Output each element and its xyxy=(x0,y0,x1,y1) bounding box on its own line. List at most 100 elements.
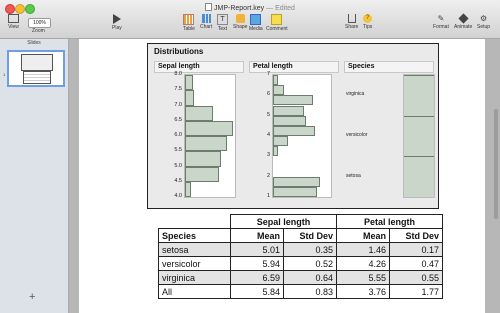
species-cell: setosa xyxy=(158,242,231,257)
species-column-header: Species xyxy=(158,228,231,243)
species-mosaic-segment xyxy=(404,156,434,197)
petal-mean-column-header: Mean xyxy=(336,228,390,243)
species-cell: virginica xyxy=(158,270,231,285)
sepal-stddev-cell: 0.83 xyxy=(283,284,337,299)
table-column-header-row: Species Mean Std Dev Mean Std Dev xyxy=(158,228,443,243)
axis-tick-label: 5.0 xyxy=(174,162,182,169)
slide-navigator: Slides 1 + xyxy=(0,39,69,313)
comment-button[interactable]: Comment xyxy=(266,14,288,32)
format-button[interactable]: ✎ Format xyxy=(433,14,449,30)
axis-tick-label: 7 xyxy=(266,71,270,77)
histogram-bar xyxy=(185,90,195,106)
axis-tick-label: 6.0 xyxy=(174,132,182,138)
thumbnail-table xyxy=(23,71,51,84)
axis-tick-label: 6.5 xyxy=(174,116,182,123)
species-mosaic xyxy=(403,74,435,198)
axis-tick-label: 7.5 xyxy=(174,86,182,93)
petal-length-histogram xyxy=(272,74,332,198)
axis-tick-label: 8.0 xyxy=(174,71,182,77)
sepal-mean-cell: 5.01 xyxy=(230,242,284,257)
slide-number: 1 xyxy=(3,72,6,77)
petal-stddev-cell: 0.55 xyxy=(389,270,443,285)
species-mosaic-segment xyxy=(404,75,434,116)
title-bar: JMP-Report.key — Edited View 100% Zoom P… xyxy=(0,0,500,39)
animate-label: Animate xyxy=(454,24,473,30)
text-button[interactable]: T Text xyxy=(217,14,228,32)
setup-button[interactable]: ⚙ Setup xyxy=(477,14,490,30)
species-label: setosa xyxy=(346,172,361,179)
table-row: versicolor 5.94 0.52 4.26 0.47 xyxy=(158,256,443,271)
text-label: Text xyxy=(217,26,228,32)
sepal-mean-cell: 6.59 xyxy=(230,270,284,285)
play-icon xyxy=(112,14,121,24)
axis-tick-label: 5 xyxy=(266,111,270,118)
animate-button[interactable]: Animate xyxy=(454,13,473,30)
media-button[interactable]: Media xyxy=(249,14,263,32)
text-icon: T xyxy=(217,14,228,25)
summary-statistics-table[interactable]: Sepal length Petal length Species Mean S… xyxy=(158,214,443,299)
slide[interactable]: Distributions Sepal length Petal length … xyxy=(79,39,485,313)
zoom-select[interactable]: 100% xyxy=(28,18,51,28)
add-slide-button[interactable]: + xyxy=(29,291,35,303)
distributions-title: Distributions xyxy=(154,47,204,56)
comment-icon xyxy=(271,14,283,25)
table-row: setosa 5.01 0.35 1.46 0.17 xyxy=(158,242,443,257)
histogram-bar xyxy=(273,186,317,197)
view-button[interactable]: View xyxy=(8,14,19,30)
media-icon xyxy=(250,14,262,25)
histogram-bar xyxy=(185,181,192,197)
species-mosaic-segment xyxy=(404,115,434,157)
histogram-bar xyxy=(185,136,228,152)
title-separator: — xyxy=(264,5,276,12)
sepal-stddev-cell: 0.52 xyxy=(283,256,337,271)
thumbnail-chart xyxy=(21,54,53,71)
share-button[interactable]: Share xyxy=(345,14,358,30)
histogram-bar xyxy=(185,151,221,167)
species-label: virginica xyxy=(346,91,365,98)
histogram-bar xyxy=(273,95,313,106)
chart-icon xyxy=(201,14,211,23)
slide-thumbnail[interactable] xyxy=(7,50,65,87)
histogram-bar xyxy=(185,105,214,121)
edited-status: Edited xyxy=(275,5,295,12)
zoom-label: Zoom xyxy=(32,28,45,34)
chart-button[interactable]: Chart xyxy=(200,14,212,30)
petal-mean-cell: 4.26 xyxy=(336,256,390,271)
histogram-bar xyxy=(273,115,306,126)
histogram-bar xyxy=(273,105,304,116)
table-label: Table xyxy=(183,26,195,32)
file-name: JMP-Report.key xyxy=(214,5,265,12)
petal-length-group-header: Petal length xyxy=(336,214,443,229)
window-title: JMP-Report.key — Edited xyxy=(0,3,500,12)
axis-tick-label: 7.0 xyxy=(174,101,182,108)
axis-tick-label: 2 xyxy=(266,172,270,179)
play-button[interactable]: Play xyxy=(112,14,122,31)
format-label: Format xyxy=(433,24,449,30)
animate-icon xyxy=(458,13,469,24)
distributions-graphic[interactable]: Distributions Sepal length Petal length … xyxy=(147,43,439,209)
histogram-bar xyxy=(185,166,220,182)
table-group-header-row: Sepal length Petal length xyxy=(158,214,443,229)
table-button[interactable]: Table xyxy=(183,14,195,32)
share-label: Share xyxy=(345,24,359,30)
chart-label: Chart xyxy=(200,24,213,30)
axis-tick-label: 4 xyxy=(266,132,270,138)
axis-tick-label: 4.5 xyxy=(174,177,182,184)
table-row: virginica 6.59 0.64 5.55 0.55 xyxy=(158,270,443,285)
sepal-stddev-column-header: Std Dev xyxy=(283,228,337,243)
histogram-bar xyxy=(273,75,279,86)
species-cell: All xyxy=(158,284,231,299)
axis-tick-label: 4.0 xyxy=(174,193,182,199)
axis-tick-label: 1 xyxy=(266,193,270,199)
species-header: Species xyxy=(344,61,434,73)
play-label: Play xyxy=(112,25,122,31)
species-cell: versicolor xyxy=(158,256,231,271)
histogram-bar xyxy=(273,125,315,136)
petal-mean-cell: 1.46 xyxy=(336,242,390,257)
vertical-scrollbar[interactable] xyxy=(494,109,498,219)
share-icon xyxy=(347,14,356,23)
histogram-bar xyxy=(185,75,193,91)
shape-button[interactable]: Shape xyxy=(233,14,247,30)
table-row: All 5.84 0.83 3.76 1.77 xyxy=(158,284,443,299)
tips-button[interactable]: ? Tips xyxy=(363,14,372,30)
